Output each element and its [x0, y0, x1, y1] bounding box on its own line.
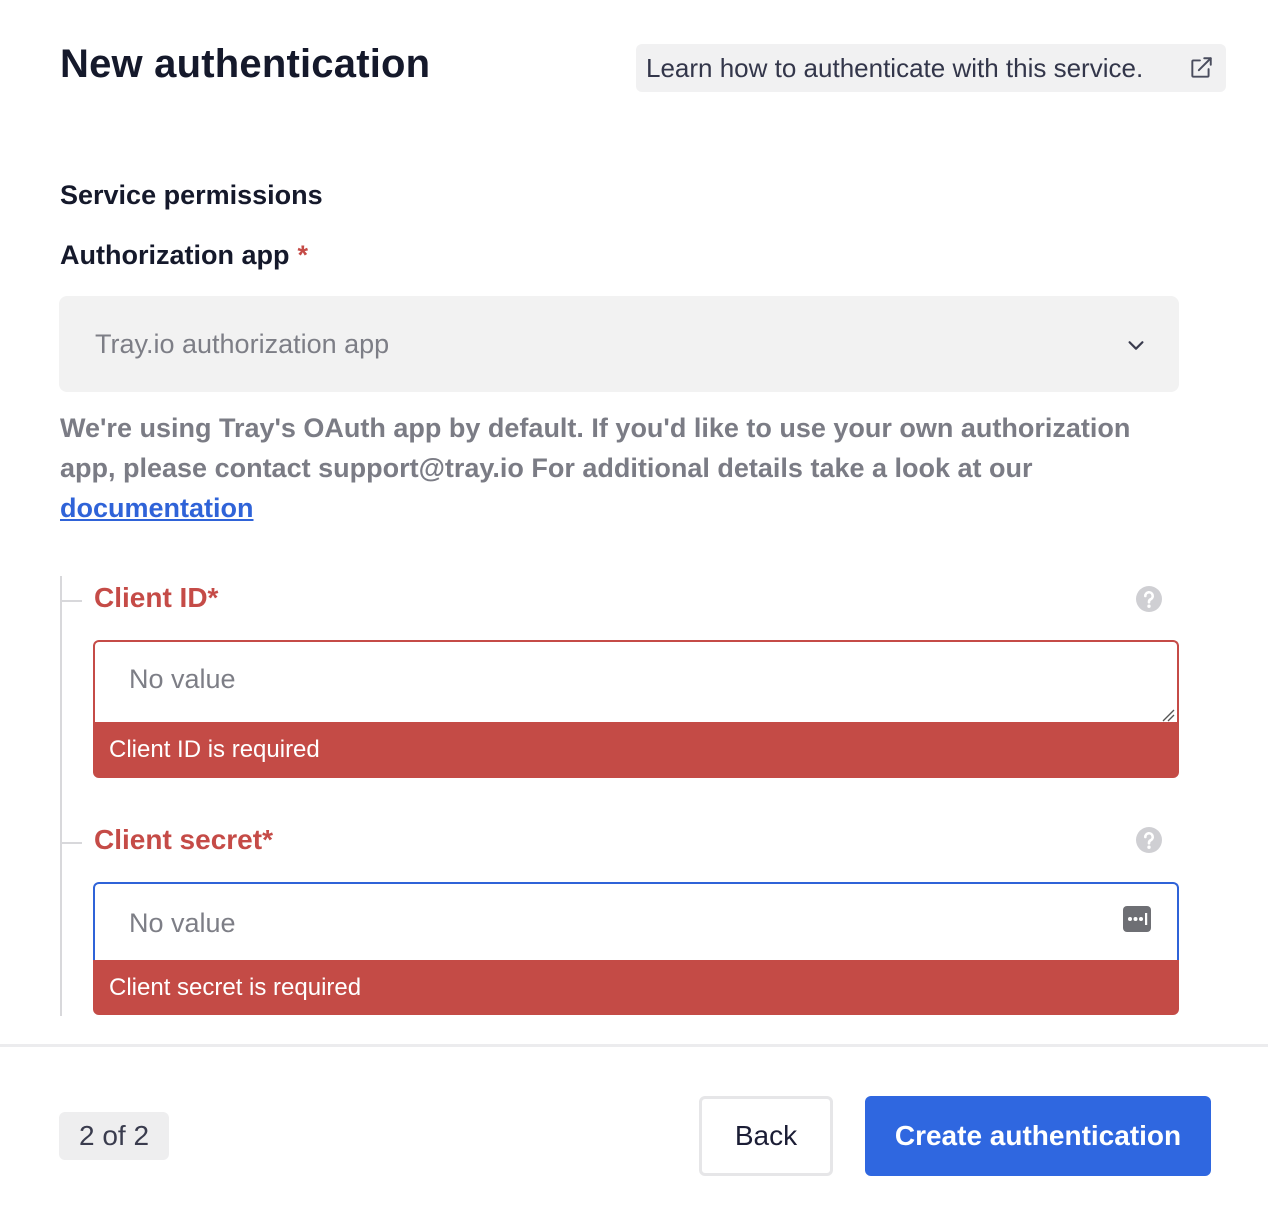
client-secret-input[interactable]: No value: [93, 882, 1179, 962]
learn-link-label: Learn how to authenticate with this serv…: [646, 52, 1144, 83]
chevron-down-icon: [1128, 341, 1144, 350]
help-icon[interactable]: [1135, 826, 1163, 854]
documentation-link[interactable]: documentation: [60, 493, 254, 523]
connector-tick: [60, 600, 82, 602]
authorization-app-label: Authorization app *: [60, 240, 308, 271]
authorization-app-label-text: Authorization app: [60, 240, 290, 270]
authorization-app-help-text: We're using Tray's OAuth app by default.…: [60, 413, 1131, 483]
client-secret-label: Client secret*: [94, 824, 273, 855]
help-icon[interactable]: [1135, 585, 1163, 613]
connector-tick: [60, 842, 82, 844]
section-title: Service permissions: [60, 180, 323, 210]
learn-authenticate-link[interactable]: Learn how to authenticate with this serv…: [636, 44, 1226, 92]
client-secret-placeholder: No value: [129, 907, 236, 938]
field-group-connector: [60, 576, 62, 1016]
resize-handle-icon[interactable]: [1159, 706, 1175, 722]
authorization-app-select[interactable]: Tray.io authorization app: [59, 296, 1179, 392]
page-title: New authentication: [60, 42, 431, 86]
authorization-app-selected-value: Tray.io authorization app: [95, 328, 390, 359]
client-id-input[interactable]: No value: [93, 640, 1179, 724]
client-id-error: Client ID is required: [93, 722, 1179, 778]
external-link-icon: [1191, 57, 1212, 78]
footer-divider: [0, 1044, 1268, 1047]
client-id-placeholder: No value: [129, 664, 236, 694]
authorization-app-help: We're using Tray's OAuth app by default.…: [60, 408, 1160, 528]
client-id-label: Client ID*: [94, 582, 219, 613]
required-mark: *: [297, 240, 308, 270]
create-authentication-button[interactable]: Create authentication: [865, 1096, 1211, 1176]
client-secret-error: Client secret is required: [93, 960, 1179, 1015]
back-button[interactable]: Back: [699, 1096, 833, 1176]
step-indicator: 2 of 2: [59, 1112, 169, 1160]
password-manager-icon[interactable]: [1122, 905, 1152, 933]
